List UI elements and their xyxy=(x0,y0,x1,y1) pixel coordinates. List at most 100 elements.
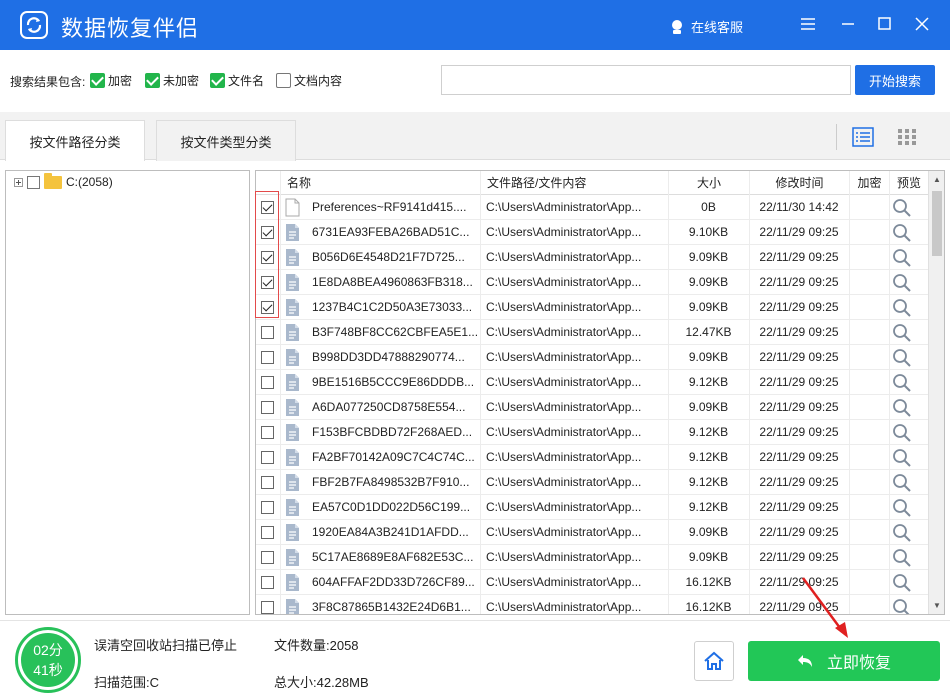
row-checkbox[interactable] xyxy=(261,576,274,589)
file-mtime: 22/11/29 09:25 xyxy=(759,400,839,414)
magnifier-icon[interactable] xyxy=(892,323,912,343)
magnifier-icon[interactable] xyxy=(892,523,912,543)
app-title: 数据恢复伴侣 xyxy=(61,17,200,42)
magnifier-icon[interactable] xyxy=(892,598,912,615)
table-row[interactable]: F153BFCBDBD72F268AED... C:\Users\Administ… xyxy=(256,420,928,445)
table-row[interactable]: Preferences~RF9141d415.... C:\Users\Admin… xyxy=(256,195,928,220)
file-path: C:\Users\Administrator\App... xyxy=(486,575,642,589)
row-checkbox[interactable] xyxy=(261,451,274,464)
expand-icon[interactable] xyxy=(14,177,23,187)
table-row[interactable]: 9BE1516B5CCC9E86DDDB... C:\Users\Administ… xyxy=(256,370,928,395)
table-row[interactable]: FBF2B7FA8498532B7F910... C:\Users\Adminis… xyxy=(256,470,928,495)
file-path: C:\Users\Administrator\App... xyxy=(486,250,642,264)
col-encrypted[interactable]: 加密 xyxy=(849,171,889,195)
file-size: 9.09KB xyxy=(688,275,729,289)
recover-now-button[interactable]: 立即恢复 xyxy=(748,641,940,681)
magnifier-icon[interactable] xyxy=(892,373,912,393)
col-name[interactable]: 名称 xyxy=(280,171,480,195)
table-row[interactable]: B3F748BF8CC62CBFEA5E1... C:\Users\Adminis… xyxy=(256,320,928,345)
row-checkbox[interactable] xyxy=(261,551,274,564)
table-row[interactable]: 1E8DA8BEA4960863FB318... C:\Users\Adminis… xyxy=(256,270,928,295)
magnifier-icon[interactable] xyxy=(892,398,912,418)
magnifier-icon[interactable] xyxy=(892,573,912,593)
file-name: 1E8DA8BEA4960863FB318... xyxy=(312,275,473,289)
file-size: 9.12KB xyxy=(688,425,729,439)
minimize-icon[interactable] xyxy=(838,14,858,34)
magnifier-icon[interactable] xyxy=(892,423,912,443)
col-preview[interactable]: 预览 xyxy=(889,171,928,195)
file-mtime: 22/11/29 09:25 xyxy=(759,275,839,289)
doc-file-icon xyxy=(286,499,299,516)
scroll-down-icon[interactable]: ▼ xyxy=(932,600,942,610)
home-button[interactable] xyxy=(694,641,734,681)
filter-unencrypted[interactable]: 未加密 xyxy=(145,72,199,89)
col-size[interactable]: 大小 xyxy=(668,171,749,195)
file-size: 9.09KB xyxy=(688,550,729,564)
start-search-button[interactable]: 开始搜索 xyxy=(855,65,935,95)
file-name: 604AFFAF2DD33D726CF89... xyxy=(312,575,475,589)
magnifier-icon[interactable] xyxy=(892,498,912,518)
file-name: F153BFCBDBD72F268AED... xyxy=(312,425,473,439)
row-checkbox[interactable] xyxy=(261,501,274,514)
table-row[interactable]: 5C17AE8689E8AF682E53C... C:\Users\Adminis… xyxy=(256,545,928,570)
row-checkbox[interactable] xyxy=(261,476,274,489)
magnifier-icon[interactable] xyxy=(892,248,912,268)
col-path[interactable]: 文件路径/文件内容 xyxy=(480,171,668,195)
filter-encrypted[interactable]: 加密 xyxy=(90,72,132,89)
filter-content[interactable]: 文档内容 xyxy=(276,72,342,89)
search-input[interactable] xyxy=(441,65,851,95)
row-checkbox[interactable] xyxy=(261,401,274,414)
menu-icon[interactable] xyxy=(798,14,818,34)
vertical-scrollbar[interactable]: ▲ ▼ xyxy=(928,171,944,614)
table-row[interactable]: B998DD3DD47888290774... C:\Users\Administ… xyxy=(256,345,928,370)
magnifier-icon[interactable] xyxy=(892,548,912,568)
row-checkbox[interactable] xyxy=(261,601,274,614)
row-checkbox[interactable] xyxy=(261,526,274,539)
file-path: C:\Users\Administrator\App... xyxy=(486,400,642,414)
row-checkbox[interactable] xyxy=(261,351,274,364)
magnifier-icon[interactable] xyxy=(892,348,912,368)
app-logo-icon xyxy=(20,11,48,39)
tree-checkbox[interactable] xyxy=(27,175,40,189)
col-mtime[interactable]: 修改时间 xyxy=(749,171,849,195)
tree-node-label: C:(2058) xyxy=(66,175,113,189)
row-checkbox[interactable] xyxy=(261,376,274,389)
list-view-icon[interactable] xyxy=(848,122,878,152)
row-checkbox[interactable] xyxy=(261,426,274,439)
magnifier-icon[interactable] xyxy=(892,473,912,493)
table-row[interactable]: 6731EA93FEBA26BAD51C... C:\Users\Administ… xyxy=(256,220,928,245)
table-row[interactable]: FA2BF70142A09C7C4C74C... C:\Users\Adminis… xyxy=(256,445,928,470)
row-checkbox[interactable] xyxy=(261,326,274,339)
maximize-icon[interactable] xyxy=(875,14,895,34)
file-size: 12.47KB xyxy=(685,325,732,339)
magnifier-icon[interactable] xyxy=(892,298,912,318)
scroll-thumb[interactable] xyxy=(932,191,942,256)
title-bar: 数据恢复伴侣 在线客服 xyxy=(0,0,950,50)
magnifier-icon[interactable] xyxy=(892,198,912,218)
file-path: C:\Users\Administrator\App... xyxy=(486,550,642,564)
file-list: 名称 文件路径/文件内容 大小 修改时间 加密 预览 Preferences~R… xyxy=(255,170,945,615)
grid-view-icon[interactable] xyxy=(892,122,922,152)
file-mtime: 22/11/29 09:25 xyxy=(759,250,839,264)
tab-by-path[interactable]: 按文件路径分类 xyxy=(5,120,145,161)
doc-file-icon xyxy=(286,399,299,416)
table-row[interactable]: 1237B4C1C2D50A3E73033... C:\Users\Adminis… xyxy=(256,295,928,320)
scroll-up-icon[interactable]: ▲ xyxy=(932,174,942,184)
undo-icon xyxy=(797,655,812,667)
close-icon[interactable] xyxy=(912,14,932,34)
table-row[interactable]: 1920EA84A3B241D1AFDD... C:\Users\Administ… xyxy=(256,520,928,545)
file-path: C:\Users\Administrator\App... xyxy=(486,600,642,614)
table-row[interactable]: B056D6E4548D21F7D725... C:\Users\Administ… xyxy=(256,245,928,270)
checkbox-checked-icon xyxy=(210,73,225,88)
magnifier-icon[interactable] xyxy=(892,273,912,293)
online-service-link[interactable]: 在线客服 xyxy=(670,17,743,36)
file-name: A6DA077250CD8758E554... xyxy=(312,400,466,414)
filter-filename[interactable]: 文件名 xyxy=(210,72,264,89)
magnifier-icon[interactable] xyxy=(892,448,912,468)
table-row[interactable]: EA57C0D1DD022D56C199... C:\Users\Administ… xyxy=(256,495,928,520)
magnifier-icon[interactable] xyxy=(892,223,912,243)
tree-node-c[interactable]: C:(2058) xyxy=(14,172,113,189)
table-row[interactable]: A6DA077250CD8758E554... C:\Users\Administ… xyxy=(256,395,928,420)
tab-by-type[interactable]: 按文件类型分类 xyxy=(156,120,296,161)
file-path: C:\Users\Administrator\App... xyxy=(486,350,642,364)
